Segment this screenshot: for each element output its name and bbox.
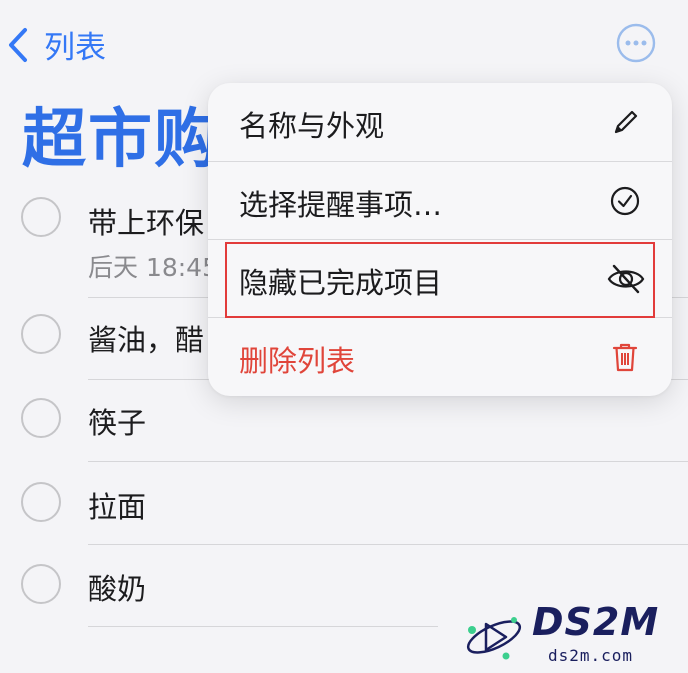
menu-item-name-and-appearance[interactable]: 名称与外观 xyxy=(208,83,672,161)
menu-item-label: 选择提醒事项… xyxy=(239,188,443,222)
trash-icon xyxy=(612,343,638,372)
reminders-screen: 列表 超市购 带上环保 后天 18:45 酱油，醋 筷子 拉面 酸奶 名称与外观… xyxy=(0,0,688,673)
completion-circle[interactable] xyxy=(21,197,61,237)
menu-item-label: 名称与外观 xyxy=(239,109,385,143)
completion-circle[interactable] xyxy=(21,564,61,604)
divider xyxy=(88,461,688,462)
completion-circle[interactable] xyxy=(21,482,61,522)
watermark-url: ds2m.com xyxy=(548,646,634,665)
divider xyxy=(88,544,688,545)
more-options-icon[interactable] xyxy=(616,23,656,63)
watermark-text: DS2M xyxy=(532,600,660,644)
item-title[interactable]: 酱油，醋 xyxy=(88,317,204,359)
checkmark-circle-icon xyxy=(610,186,640,216)
eye-slash-icon xyxy=(607,264,645,294)
menu-item-delete-list[interactable]: 删除列表 xyxy=(208,318,672,396)
item-title[interactable]: 酸奶 xyxy=(88,566,146,608)
completion-circle[interactable] xyxy=(21,398,61,438)
item-title[interactable]: 筷子 xyxy=(88,400,146,442)
divider xyxy=(88,626,438,627)
watermark: DS2M ds2m.com xyxy=(458,600,678,670)
menu-item-label: 删除列表 xyxy=(239,344,356,378)
list-options-menu: 名称与外观 选择提醒事项… 隐藏已完成项目 删除列表 xyxy=(208,83,672,396)
watermark-logo-icon xyxy=(466,617,522,660)
menu-item-select-reminders[interactable]: 选择提醒事项… xyxy=(208,162,672,240)
back-button[interactable]: 列表 xyxy=(6,22,106,67)
menu-item-hide-completed[interactable]: 隐藏已完成项目 xyxy=(208,240,672,318)
pencil-icon xyxy=(614,110,638,134)
item-due-date: 后天 18:45 xyxy=(88,253,218,282)
item-title[interactable]: 带上环保 xyxy=(88,200,204,242)
list-title: 超市购 xyxy=(22,103,220,177)
completion-circle[interactable] xyxy=(21,314,61,354)
chevron-left-icon xyxy=(9,27,27,62)
back-label: 列表 xyxy=(44,30,106,66)
menu-item-label: 隐藏已完成项目 xyxy=(239,266,443,300)
item-title[interactable]: 拉面 xyxy=(88,484,146,526)
